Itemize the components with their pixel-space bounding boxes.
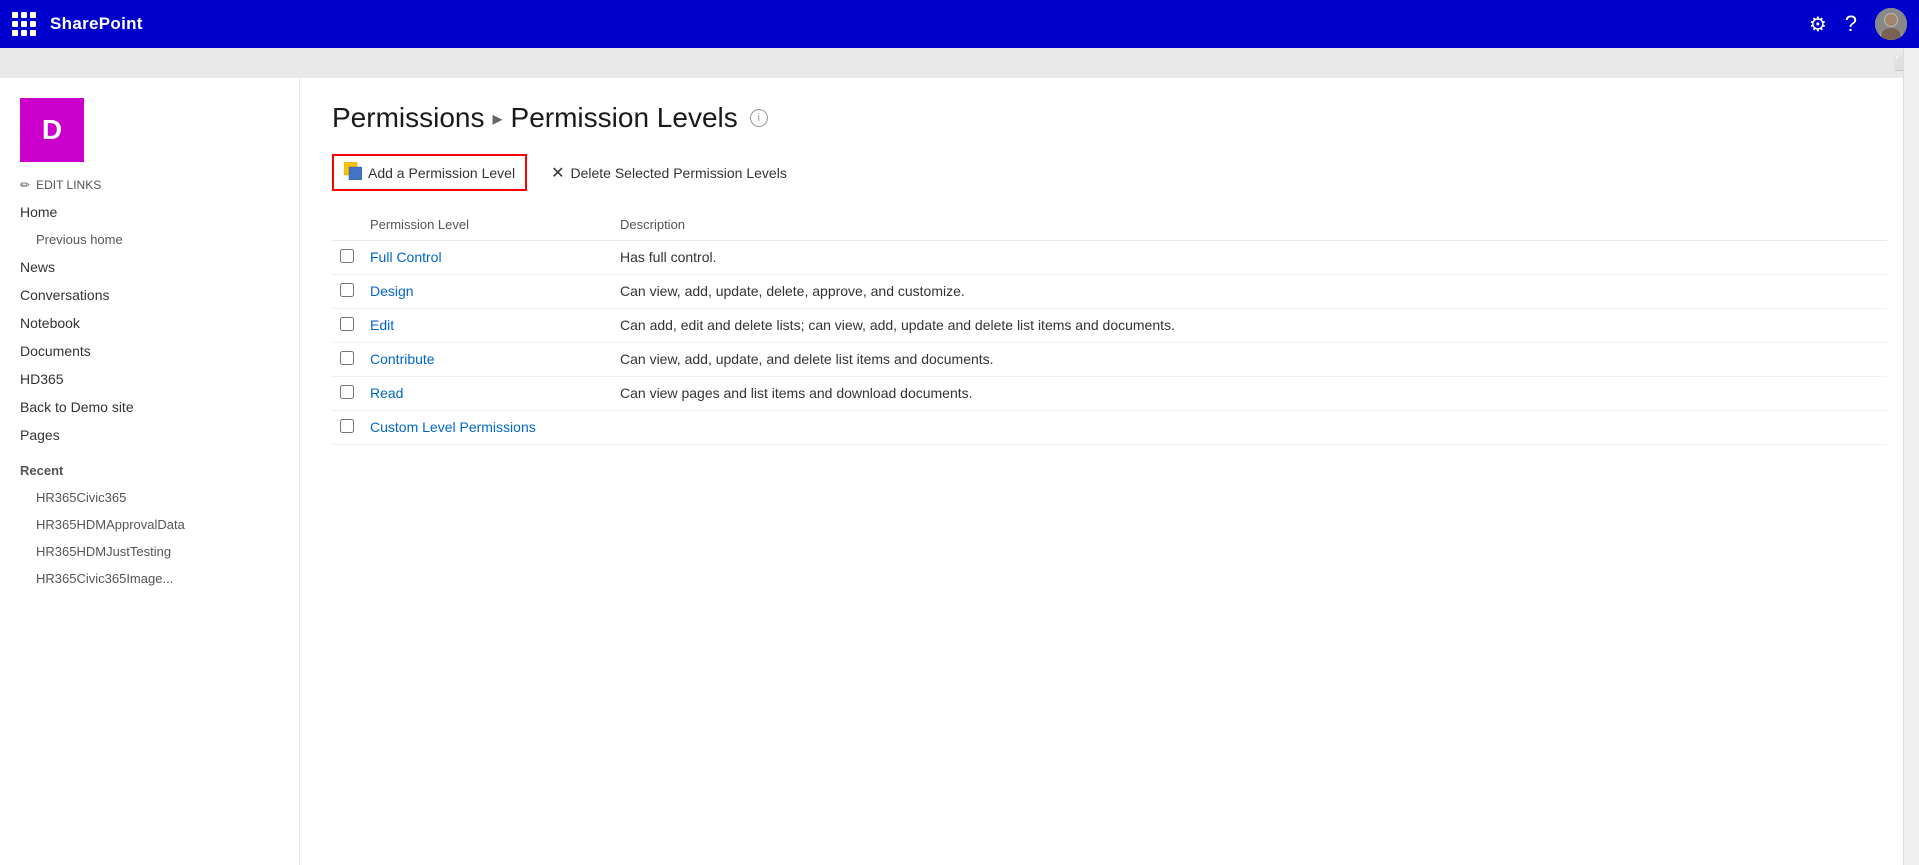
edit-links-label: EDIT LINKS (36, 178, 101, 192)
toolbar: Add a Permission Level ✕ Delete Selected… (332, 154, 1887, 191)
row-checkbox-2[interactable] (340, 317, 354, 331)
permission-link-1[interactable]: Design (370, 283, 414, 299)
breadcrumb-permissions: Permissions (332, 102, 484, 134)
col-checkbox (332, 211, 362, 241)
permission-name-cell: Design (362, 275, 612, 309)
add-permission-label: Add a Permission Level (368, 165, 515, 181)
row-checkbox-cell (332, 241, 362, 275)
settings-icon[interactable]: ⚙ (1809, 12, 1827, 37)
row-checkbox-cell (332, 309, 362, 343)
sidebar-item-recent-2[interactable]: HR365HDMApprovalData (0, 511, 299, 538)
table-row: Full Control Has full control. (332, 241, 1887, 275)
site-logo: D (20, 98, 84, 162)
sidebar: D ✏ EDIT LINKS Home Previous home News C… (0, 78, 300, 865)
top-nav-right: ⚙ ? (1809, 8, 1907, 40)
table-row: Edit Can add, edit and delete lists; can… (332, 309, 1887, 343)
table-row: Custom Level Permissions (332, 411, 1887, 445)
permission-link-5[interactable]: Custom Level Permissions (370, 419, 536, 435)
permission-link-0[interactable]: Full Control (370, 249, 442, 265)
table-row: Read Can view pages and list items and d… (332, 377, 1887, 411)
permission-link-3[interactable]: Contribute (370, 351, 435, 367)
col-description-header: Description (612, 211, 1887, 241)
sidebar-item-conversations[interactable]: Conversations (0, 281, 299, 309)
row-checkbox-cell (332, 343, 362, 377)
permission-desc-cell (612, 411, 1887, 445)
permission-desc-cell: Can view, add, update, delete, approve, … (612, 275, 1887, 309)
permission-name-cell: Edit (362, 309, 612, 343)
waffle-icon[interactable] (12, 12, 36, 36)
sidebar-item-news[interactable]: News (0, 253, 299, 281)
col-permission-level-header: Permission Level (362, 211, 612, 241)
sidebar-section-recent: Recent (0, 457, 299, 484)
table-row: Contribute Can view, add, update, and de… (332, 343, 1887, 377)
permission-desc-cell: Has full control. (612, 241, 1887, 275)
permission-name-cell: Contribute (362, 343, 612, 377)
permission-desc-cell: Can view pages and list items and downlo… (612, 377, 1887, 411)
row-checkbox-cell (332, 377, 362, 411)
content-area: Permissions ▸ Permission Levels i Add a … (300, 78, 1919, 865)
sidebar-item-recent-3[interactable]: HR365HDMJustTesting (0, 538, 299, 565)
permission-desc-cell: Can add, edit and delete lists; can view… (612, 309, 1887, 343)
help-icon[interactable]: ? (1845, 11, 1857, 37)
sidebar-item-back-to-demo[interactable]: Back to Demo site (0, 393, 299, 421)
row-checkbox-4[interactable] (340, 385, 354, 399)
add-permission-icon (344, 162, 362, 183)
sidebar-item-previous-home[interactable]: Previous home (0, 226, 299, 253)
brand-name: SharePoint (50, 14, 143, 34)
edit-links[interactable]: ✏ EDIT LINKS (0, 178, 299, 192)
delete-permission-label: Delete Selected Permission Levels (570, 165, 786, 181)
suite-bar: ⬜ (0, 48, 1919, 78)
row-checkbox-3[interactable] (340, 351, 354, 365)
sidebar-item-home[interactable]: Home (0, 198, 299, 226)
scrollbar[interactable] (1903, 48, 1919, 865)
permission-name-cell: Full Control (362, 241, 612, 275)
sidebar-item-documents[interactable]: Documents (0, 337, 299, 365)
sidebar-item-recent-4[interactable]: HR365Civic365Image... (0, 565, 299, 592)
row-checkbox-cell (332, 411, 362, 445)
user-avatar[interactable] (1875, 8, 1907, 40)
add-permission-level-button[interactable]: Add a Permission Level (332, 154, 527, 191)
sidebar-item-hd365[interactable]: HD365 (0, 365, 299, 393)
sidebar-item-notebook[interactable]: Notebook (0, 309, 299, 337)
page-title: Permissions ▸ Permission Levels i (332, 102, 1887, 134)
row-checkbox-5[interactable] (340, 419, 354, 433)
breadcrumb-arrow: ▸ (492, 106, 502, 131)
row-checkbox-cell (332, 275, 362, 309)
breadcrumb-permission-levels: Permission Levels (511, 102, 738, 134)
permission-link-4[interactable]: Read (370, 385, 403, 401)
permission-desc-cell: Can view, add, update, and delete list i… (612, 343, 1887, 377)
permission-name-cell: Read (362, 377, 612, 411)
row-checkbox-0[interactable] (340, 249, 354, 263)
table-header-row: Permission Level Description (332, 211, 1887, 241)
delete-icon: ✕ (551, 163, 564, 183)
table-row: Design Can view, add, update, delete, ap… (332, 275, 1887, 309)
pencil-icon: ✏ (20, 178, 30, 192)
permissions-table: Permission Level Description Full Contro… (332, 211, 1887, 445)
main-layout: D ✏ EDIT LINKS Home Previous home News C… (0, 78, 1919, 865)
permission-link-2[interactable]: Edit (370, 317, 394, 333)
row-checkbox-1[interactable] (340, 283, 354, 297)
info-icon[interactable]: i (750, 109, 768, 127)
delete-permission-level-button[interactable]: ✕ Delete Selected Permission Levels (551, 163, 787, 183)
top-nav: SharePoint ⚙ ? (0, 0, 1919, 48)
sidebar-item-pages[interactable]: Pages (0, 421, 299, 449)
sidebar-item-recent-1[interactable]: HR365Civic365 (0, 484, 299, 511)
permission-name-cell: Custom Level Permissions (362, 411, 612, 445)
